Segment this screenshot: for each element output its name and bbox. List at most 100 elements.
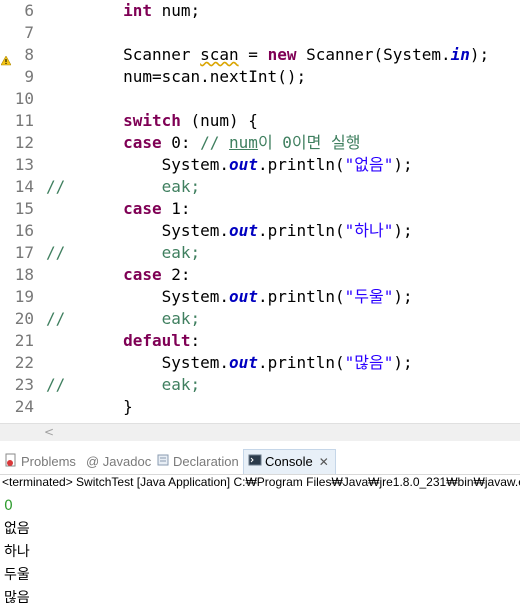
- code-line[interactable]: 20 // eak;: [0, 308, 520, 330]
- line-number: 19: [14, 287, 34, 306]
- line-number: 21: [14, 331, 34, 350]
- code-text: // eak;: [46, 374, 200, 396]
- tab-console[interactable]: Console ✕: [243, 449, 336, 474]
- code-token: eak;: [161, 309, 201, 328]
- console-status: <terminated> SwitchTest [Java Applicatio…: [2, 475, 520, 489]
- line-number: 20: [14, 309, 34, 328]
- code-line[interactable]: 9 num=scan.nextInt();: [0, 66, 520, 88]
- code-line[interactable]: 8 Scanner scan = new Scanner(System.in);: [0, 44, 520, 66]
- code-token: System.: [46, 221, 230, 240]
- console-view: Problems @ Javadoc Declaration Console ✕ …: [0, 441, 520, 610]
- code-token: eak;: [161, 243, 201, 262]
- code-line[interactable]: 22 System.out.println("많음");: [0, 352, 520, 374]
- code-token: );: [469, 45, 490, 64]
- code-text: default:: [46, 330, 200, 352]
- line-number: 13: [14, 155, 34, 174]
- code-line[interactable]: 10: [0, 88, 520, 110]
- code-token: out: [229, 287, 258, 306]
- code-text: switch (num) {: [46, 110, 258, 132]
- code-token: case: [123, 199, 162, 218]
- line-number: 7: [24, 23, 34, 42]
- comment-prefix: //: [46, 309, 66, 328]
- code-token: eak;: [161, 375, 201, 394]
- line-number: 12: [14, 133, 34, 152]
- code-line[interactable]: 15 case 1:: [0, 198, 520, 220]
- code-line[interactable]: 19 System.out.println("두울");: [0, 286, 520, 308]
- console-input-line: 0: [4, 498, 13, 514]
- code-token: eak;: [161, 177, 201, 196]
- code-token: //: [200, 133, 230, 152]
- code-line[interactable]: 13 System.out.println("없음");: [0, 154, 520, 176]
- line-number: 14: [14, 177, 34, 196]
- code-editor[interactable]: 6 int num; 7 8 Scanner scan = new Scanner(…: [0, 0, 520, 421]
- code-text: System.out.println("많음");: [46, 352, 413, 374]
- code-line[interactable]: 24 }: [0, 396, 520, 418]
- code-line[interactable]: 12 case 0: // num이 0이면 실행: [0, 132, 520, 154]
- tab-problems-label: Problems: [21, 454, 76, 469]
- code-text: // eak;: [46, 176, 200, 198]
- code-token: .println(: [257, 353, 345, 372]
- code-token: switch: [123, 111, 181, 130]
- editor-horizontal-scrollbar[interactable]: <: [0, 423, 520, 442]
- code-token: case: [123, 133, 162, 152]
- code-token: out: [229, 221, 258, 240]
- code-line[interactable]: 16 System.out.println("하나");: [0, 220, 520, 242]
- code-token: num;: [151, 1, 201, 20]
- code-token: new: [267, 45, 297, 64]
- tab-javadoc[interactable]: @ Javadoc: [86, 450, 151, 474]
- code-token: System.: [46, 155, 230, 174]
- code-token: 1:: [161, 199, 191, 218]
- code-token: :: [190, 331, 201, 350]
- code-line[interactable]: 18 case 2:: [0, 264, 520, 286]
- code-token: scan: [200, 45, 239, 64]
- tab-problems[interactable]: Problems: [4, 450, 76, 474]
- code-token: "하나": [344, 221, 394, 240]
- code-text: case 1:: [46, 198, 191, 220]
- code-token: 이 0이면 실행: [257, 133, 361, 152]
- code-text: case 0: // num이 0이면 실행: [46, 132, 360, 154]
- code-token: System.: [46, 287, 230, 306]
- code-text: // eak;: [46, 308, 200, 330]
- code-line[interactable]: 11 switch (num) {: [0, 110, 520, 132]
- code-line[interactable]: 7: [0, 22, 520, 44]
- code-token: "두울": [344, 287, 394, 306]
- code-token: num: [229, 133, 258, 152]
- code-text: System.out.println("없음");: [46, 154, 413, 176]
- comment-prefix: //: [46, 243, 66, 262]
- line-number: 17: [14, 243, 34, 262]
- console-output-line: 많음: [4, 590, 30, 606]
- scroll-left-icon[interactable]: <: [44, 425, 54, 439]
- code-line[interactable]: 23 // eak;: [0, 374, 520, 396]
- code-text: Scanner scan = new Scanner(System.in);: [46, 44, 489, 66]
- code-text: System.out.println("하나");: [46, 220, 413, 242]
- code-token: System.: [46, 353, 230, 372]
- code-token: .println(: [257, 221, 345, 240]
- console-output[interactable]: 0 없음 하나 두울 많음: [4, 495, 30, 610]
- code-token: .println(: [257, 155, 345, 174]
- line-number: 10: [14, 89, 34, 108]
- code-line[interactable]: 21 default:: [0, 330, 520, 352]
- code-token: =: [238, 45, 268, 64]
- line-number: 22: [14, 353, 34, 372]
- code-token: }: [46, 397, 133, 416]
- tab-declaration[interactable]: Declaration: [156, 450, 239, 474]
- code-line[interactable]: 17 // eak;: [0, 242, 520, 264]
- console-output-line: 하나: [4, 544, 30, 560]
- code-token: case: [123, 265, 162, 284]
- close-icon[interactable]: ✕: [319, 450, 329, 474]
- code-line[interactable]: 14 // eak;: [0, 176, 520, 198]
- code-token: Scanner(System.: [296, 45, 451, 64]
- comment-prefix: //: [46, 375, 66, 394]
- line-number: 23: [14, 375, 34, 394]
- code-line[interactable]: 6 int num;: [0, 0, 520, 22]
- code-token: Scanner: [46, 45, 201, 64]
- code-text: int num;: [46, 0, 200, 22]
- tab-javadoc-label: @ Javadoc: [86, 454, 152, 469]
- code-text: System.out.println("두울");: [46, 286, 413, 308]
